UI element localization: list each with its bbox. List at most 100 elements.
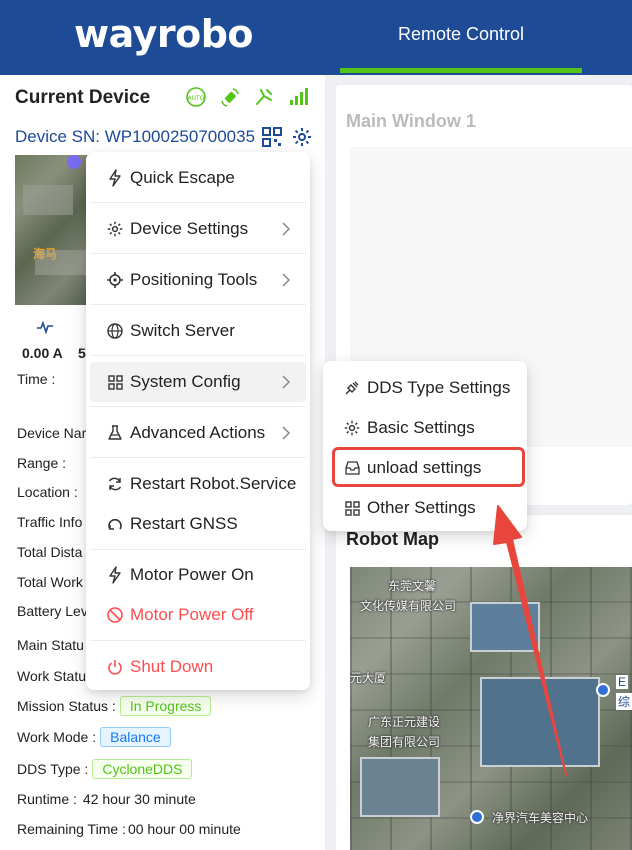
menu-item-motor-power-on[interactable]: Motor Power On <box>90 555 306 595</box>
map-label: 东莞文馨 <box>388 579 437 593</box>
signal-bars-icon <box>286 86 310 108</box>
current-reading: 0.00 A <box>22 345 63 361</box>
menu-item-device-settings[interactable]: Device Settings <box>90 209 306 249</box>
tab-remote-control[interactable]: Remote Control <box>340 0 582 73</box>
menu-item-label: Motor Power Off <box>130 605 254 624</box>
menu-item-quick-escape[interactable]: Quick Escape <box>90 158 306 198</box>
work-mode-row: Work Mode : Balance <box>17 727 171 747</box>
device-map-thumbnail[interactable]: 海马 <box>15 155 97 305</box>
submenu-item-label: Basic Settings <box>367 418 475 437</box>
active-tab-indicator <box>340 68 582 73</box>
menu-divider <box>90 304 306 305</box>
plug-icon <box>343 379 361 397</box>
flask-icon <box>106 424 124 442</box>
mission-status-row: Mission Status : In Progress <box>17 696 212 716</box>
menu-divider <box>90 202 306 203</box>
work-mode-badge: Balance <box>100 727 171 747</box>
menu-divider <box>90 253 306 254</box>
menu-item-label: Restart GNSS <box>130 514 238 533</box>
map-label: 净界汽车美容中心 <box>492 811 589 825</box>
system-config-submenu: DDS Type Settings Basic Settings unload … <box>323 361 527 531</box>
building-roof <box>360 757 440 817</box>
menu-item-restart-robot-service[interactable]: Restart Robot.Service <box>90 464 306 504</box>
menu-item-label: Restart Robot.Service <box>130 474 297 493</box>
grid-icon <box>343 499 361 517</box>
robot-map-panel: Robot Map 东莞文馨 文化传媒有限公司 元大厦 广东正元建设 集团有限公… <box>336 515 632 850</box>
menu-item-label: Advanced Actions <box>130 423 266 442</box>
chevron-right-icon <box>282 272 291 292</box>
grid-icon <box>106 373 124 391</box>
top-header: wayrobo Remote Control <box>0 0 632 75</box>
total-distance-label: Total Dista <box>17 544 83 560</box>
wayrobo-logo[interactable]: wayrobo <box>74 12 254 56</box>
menu-divider <box>90 457 306 458</box>
runtime-row: Runtime : 42 hour 30 minute <box>17 791 196 807</box>
menu-item-motor-power-off[interactable]: Motor Power Off <box>90 595 306 635</box>
location-label: Location : <box>17 484 78 500</box>
building-roof <box>480 677 600 767</box>
dds-type-row: DDS Type : CycloneDDS <box>17 759 193 779</box>
svg-text:AUTO: AUTO <box>188 95 205 102</box>
satellite-icon <box>218 86 242 108</box>
stop-icon <box>106 606 124 624</box>
submenu-item-other-settings[interactable]: Other Settings <box>327 489 523 527</box>
second-reading: 5 <box>78 345 86 361</box>
power-icon <box>106 658 124 676</box>
menu-item-positioning-tools[interactable]: Positioning Tools <box>90 260 306 300</box>
range-label: Range : <box>17 455 67 471</box>
status-icons: AUTO <box>184 86 310 108</box>
main-window-title: Main Window 1 <box>346 111 476 131</box>
device-name-label: Device Nar <box>17 425 87 441</box>
menu-divider <box>90 406 306 407</box>
lightning-icon <box>106 169 124 187</box>
menu-item-switch-server[interactable]: Switch Server <box>90 311 306 351</box>
reload-icon <box>106 515 124 533</box>
menu-divider <box>90 355 306 356</box>
submenu-item-label: Other Settings <box>367 498 476 517</box>
building-roof <box>470 602 540 652</box>
robot-map-title: Robot Map <box>346 529 439 549</box>
map-edge-label: 综 <box>616 693 632 710</box>
work-status-label: Work Statu <box>17 668 86 684</box>
map-label: 文化传媒有限公司 <box>360 599 457 613</box>
mission-status-label: Mission Status : <box>17 698 116 714</box>
menu-item-system-config[interactable]: System Config <box>90 362 306 402</box>
work-mode-label: Work Mode : <box>17 729 97 745</box>
submenu-item-dds-type-settings[interactable]: DDS Type Settings <box>327 369 523 407</box>
poi-icon <box>596 683 610 697</box>
runtime-value: 42 hour 30 minute <box>82 791 196 807</box>
time-label: Time : <box>17 371 56 387</box>
qr-code-icon[interactable] <box>262 127 282 147</box>
mission-status-badge: In Progress <box>119 696 212 716</box>
runtime-label: Runtime : <box>17 791 77 807</box>
menu-item-restart-gnss[interactable]: Restart GNSS <box>90 504 306 544</box>
auto-mode-icon: AUTO <box>184 86 208 108</box>
map-label: 集团有限公司 <box>368 735 441 749</box>
menu-divider <box>90 640 306 641</box>
traffic-info-label: Traffic Info <box>17 514 83 530</box>
lightning-icon <box>106 566 124 584</box>
dds-type-label: DDS Type : <box>17 761 89 777</box>
remaining-time-label: Remaining Time : <box>17 821 126 837</box>
device-settings-gear-icon[interactable] <box>292 127 312 147</box>
crosshair-icon <box>106 271 124 289</box>
menu-item-label: System Config <box>130 372 241 391</box>
chevron-right-icon <box>282 374 291 394</box>
current-device-title: Current Device <box>15 87 151 108</box>
pulse-icon <box>36 320 54 339</box>
submenu-item-basic-settings[interactable]: Basic Settings <box>327 409 523 447</box>
satellite-map[interactable]: 东莞文馨 文化传媒有限公司 元大厦 广东正元建设 集团有限公司 净界汽车美容中心… <box>350 567 632 850</box>
battery-level-label: Battery Lev <box>17 603 88 619</box>
device-actions-menu: Quick Escape Device Settings Positioning… <box>86 152 310 690</box>
map-edge-label: E <box>616 675 629 689</box>
robot-marker-icon <box>67 155 81 169</box>
device-sn: Device SN: WP1000250700035 <box>15 127 256 146</box>
globe-icon <box>106 322 124 340</box>
menu-item-label: Switch Server <box>130 321 235 340</box>
annotation-highlight-box <box>332 447 525 487</box>
thumb-poi-label: 海马 <box>33 247 58 261</box>
menu-item-advanced-actions[interactable]: Advanced Actions <box>90 413 306 453</box>
menu-item-shut-down[interactable]: Shut Down <box>90 647 306 687</box>
remaining-time-value: 00 hour 00 minute <box>127 821 241 837</box>
chevron-right-icon <box>282 221 291 241</box>
